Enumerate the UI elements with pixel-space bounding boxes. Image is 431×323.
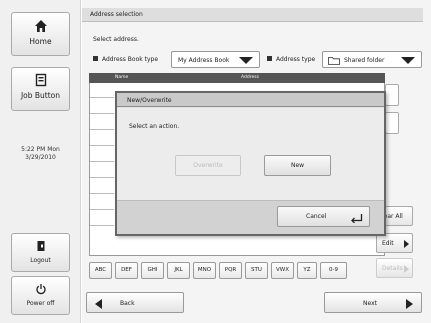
table-row[interactable] xyxy=(90,193,114,194)
table-row[interactable] xyxy=(90,113,114,114)
arrow-left-icon xyxy=(95,299,102,309)
enter-icon xyxy=(351,212,363,231)
page-title: Address selection xyxy=(90,11,143,18)
alpha-index-jkl[interactable]: JKL xyxy=(167,262,190,279)
address-type-value: Shared folder xyxy=(344,57,385,64)
bullet-icon xyxy=(93,56,98,61)
alpha-index-digits[interactable]: 0-9 xyxy=(320,262,347,279)
dialog-title: New/Overwrite xyxy=(127,97,172,104)
chevron-down-icon xyxy=(239,57,253,64)
power-icon xyxy=(35,283,47,295)
alpha-index-mno[interactable]: MNO xyxy=(193,262,216,279)
job-button[interactable]: Job Button xyxy=(11,67,70,111)
home-label: Home xyxy=(29,37,52,46)
table-row[interactable] xyxy=(90,161,114,162)
alpha-index-vwx[interactable]: VWX xyxy=(271,262,294,279)
alpha-index-pqr[interactable]: PQR xyxy=(219,262,242,279)
dialog-title-bar: New/Overwrite xyxy=(117,93,384,107)
prompt-text: Select address. xyxy=(93,36,139,43)
new-button[interactable]: New xyxy=(264,155,331,176)
edit-button[interactable]: Edit xyxy=(376,233,413,253)
cancel-button[interactable]: Cancel xyxy=(277,206,370,227)
table-row[interactable] xyxy=(90,209,114,210)
list-header: Name Address xyxy=(89,73,385,83)
list-scroll-down[interactable] xyxy=(385,112,399,134)
alpha-index-stu[interactable]: STU xyxy=(245,262,268,279)
address-book-type-value: My Address Book xyxy=(178,57,230,64)
job-label: Job Button xyxy=(20,91,61,100)
column-address: Address xyxy=(241,75,259,80)
alpha-index-yz[interactable]: YZ xyxy=(297,262,317,279)
address-type-select[interactable]: Shared folder xyxy=(322,51,422,68)
folder-icon xyxy=(328,56,340,67)
arrow-right-icon xyxy=(406,299,413,309)
table-row[interactable] xyxy=(90,129,114,130)
home-button[interactable]: Home xyxy=(11,12,70,56)
next-button[interactable]: Next xyxy=(324,292,422,313)
address-type-label: Address type xyxy=(267,56,315,63)
logout-label: Logout xyxy=(30,257,51,264)
address-book-type-label: Address Book type xyxy=(93,56,158,63)
details-button[interactable]: Details xyxy=(376,258,413,278)
power-off-button[interactable]: Power off xyxy=(11,276,70,315)
address-book-type-select[interactable]: My Address Book xyxy=(171,51,260,68)
job-icon xyxy=(34,73,48,87)
logout-button[interactable]: Logout xyxy=(11,233,70,272)
chevron-down-icon xyxy=(401,57,415,64)
alpha-index-abc[interactable]: ABC xyxy=(89,262,112,279)
column-name: Name xyxy=(115,75,129,80)
logout-icon xyxy=(35,240,47,252)
dialog-message: Select an action. xyxy=(129,123,180,130)
overwrite-button[interactable]: Overwrite xyxy=(175,155,241,176)
clock-date: 3/29/2010 xyxy=(25,154,56,161)
dialog-body xyxy=(117,108,384,200)
table-row[interactable] xyxy=(90,145,114,146)
alpha-index-def[interactable]: DEF xyxy=(115,262,138,279)
power-label: Power off xyxy=(26,300,55,307)
list-scroll-up[interactable] xyxy=(385,84,399,106)
bullet-icon xyxy=(267,56,272,61)
back-button[interactable]: Back xyxy=(86,292,184,313)
table-row[interactable] xyxy=(90,177,114,178)
table-row[interactable] xyxy=(90,225,114,226)
chevron-right-icon xyxy=(404,240,409,248)
home-icon xyxy=(34,19,48,33)
alpha-index-ghi[interactable]: GHI xyxy=(141,262,164,279)
clock: 5:22 PM Mon 3/29/2010 xyxy=(0,146,81,162)
title-bar: Address selection xyxy=(82,8,423,22)
clock-time: 5:22 PM Mon xyxy=(21,146,60,153)
chevron-right-icon xyxy=(404,265,409,273)
table-row[interactable] xyxy=(90,97,114,98)
